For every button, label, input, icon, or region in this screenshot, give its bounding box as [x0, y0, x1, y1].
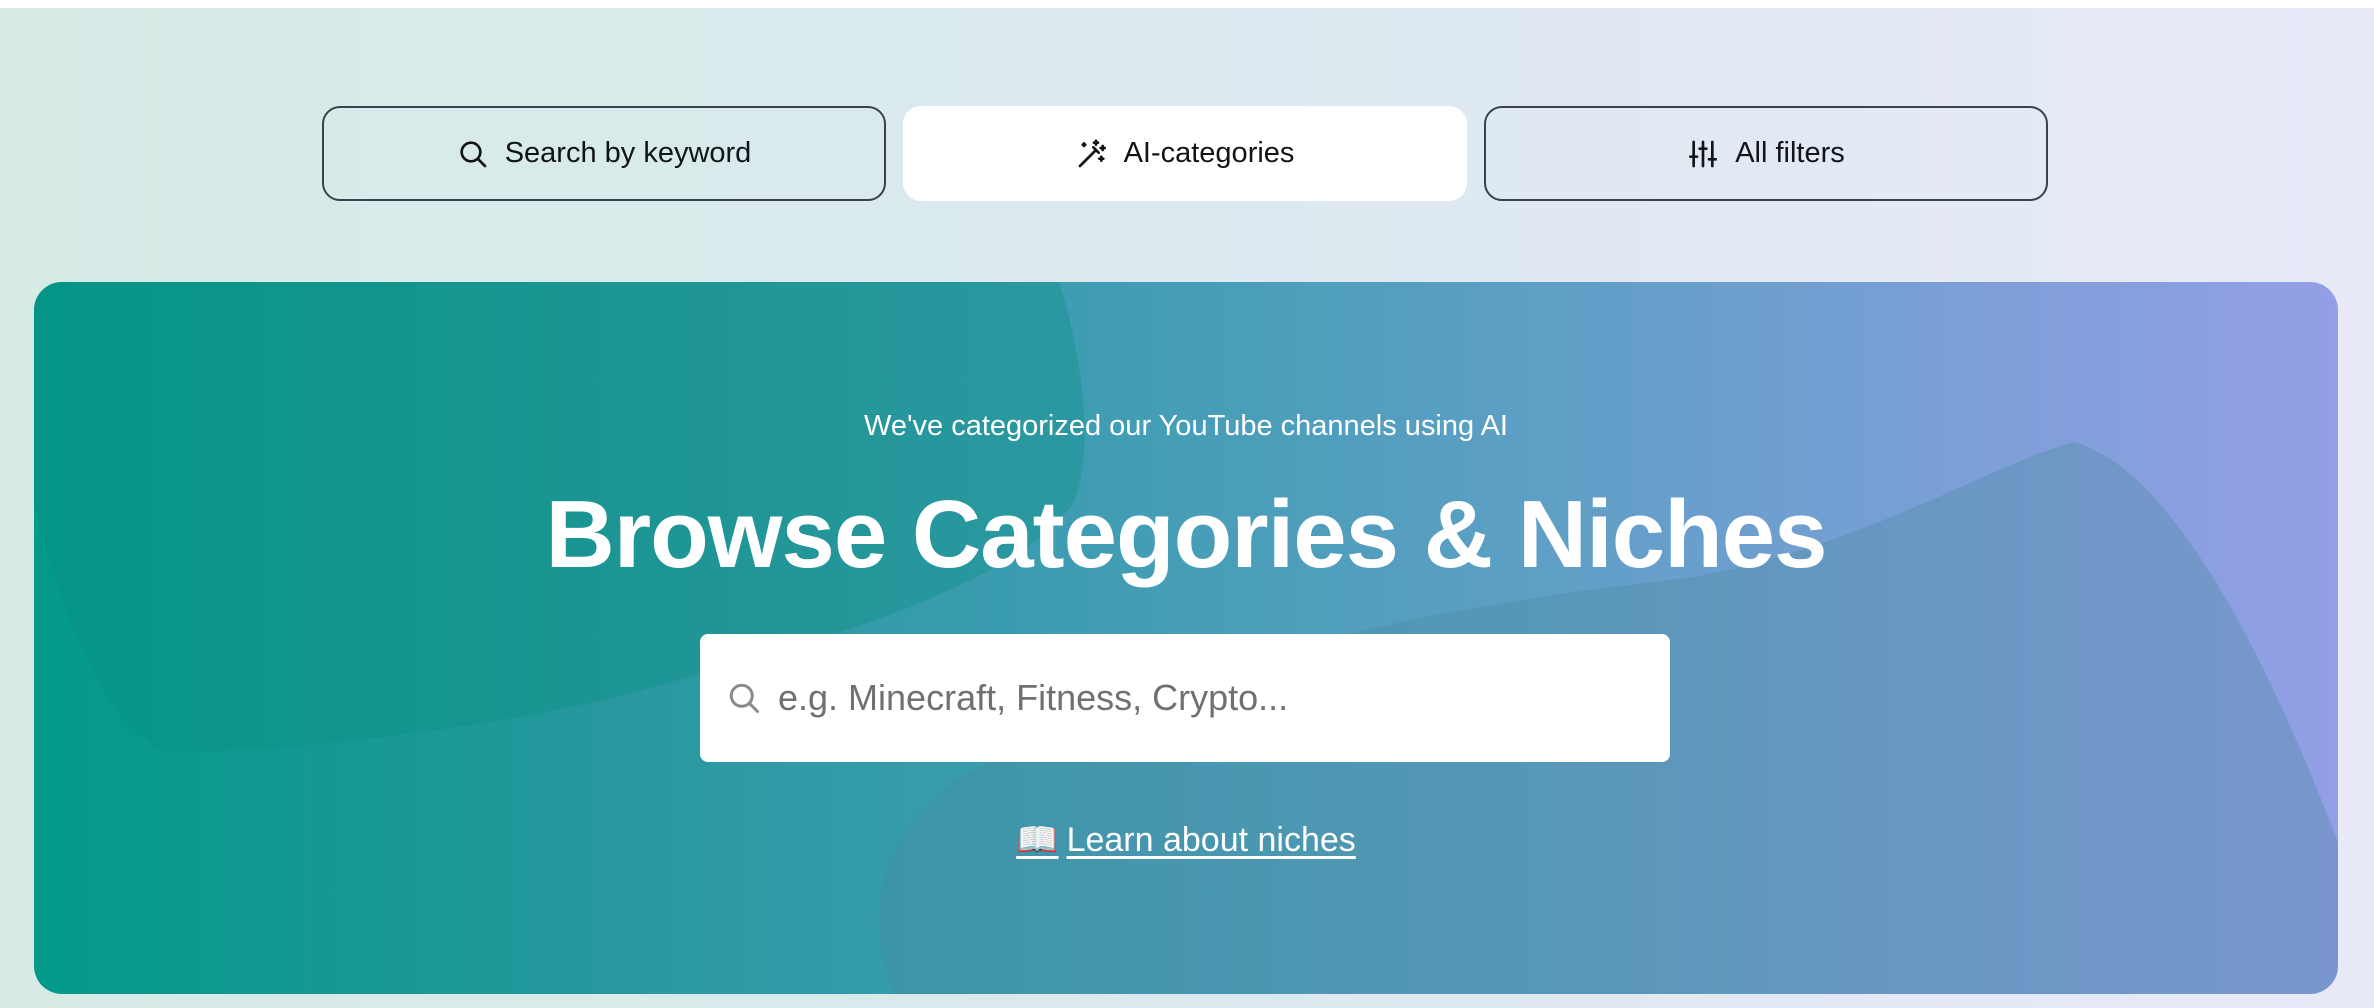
page-title: Browse Categories & Niches [545, 481, 1827, 588]
tab-label: All filters [1735, 137, 1845, 169]
learn-about-niches-link[interactable]: 📖 Learn about niches [1016, 821, 1356, 859]
book-icon: 📖 [1016, 821, 1059, 859]
learn-about-niches: 📖 Learn about niches [34, 820, 2338, 860]
learn-link-label: Learn about niches [1066, 821, 1356, 859]
tab-label: Search by keyword [504, 137, 752, 169]
tab-search-by-keyword[interactable]: Search by keyword [322, 106, 886, 201]
hero-banner: We've categorized our YouTube channels u… [34, 282, 2338, 994]
tab-label: AI-categories [1123, 137, 1295, 169]
search-icon [726, 680, 762, 716]
category-search-box [700, 634, 1670, 762]
top-strip [0, 0, 2374, 8]
search-icon [457, 138, 489, 170]
sliders-icon [1687, 138, 1719, 170]
hero-subtitle: We've categorized our YouTube channels u… [864, 410, 1508, 442]
magic-wand-icon [1076, 138, 1108, 170]
search-mode-tabs: Search by keyword AI-categories All filt… [322, 106, 2048, 201]
tab-all-filters[interactable]: All filters [1484, 106, 2048, 201]
category-search-input[interactable] [776, 676, 1640, 720]
tab-ai-categories[interactable]: AI-categories [903, 106, 1467, 201]
